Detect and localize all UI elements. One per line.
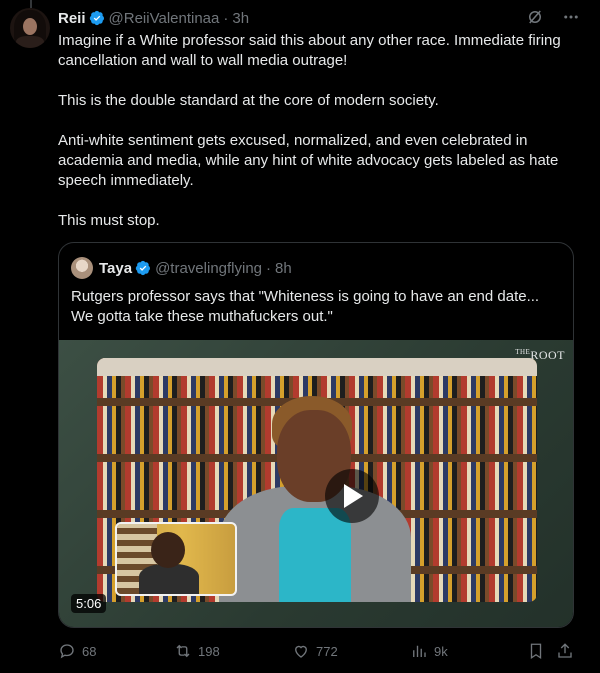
- tweet-paragraph: This must stop.: [58, 212, 160, 229]
- tweet-time[interactable]: 3h: [232, 10, 249, 27]
- share-icon: [558, 643, 572, 658]
- bookmark-icon: [530, 643, 542, 660]
- like-count: 772: [316, 643, 338, 659]
- picture-in-picture: [115, 522, 237, 596]
- verified-badge-icon: [89, 10, 104, 26]
- author-name[interactable]: Reii: [58, 10, 86, 27]
- quote-text: Rutgers professor says that "Whiteness i…: [71, 288, 540, 325]
- quote-author-handle[interactable]: @travelingflying: [155, 260, 262, 277]
- video-player[interactable]: THEROOT 5:06: [59, 340, 573, 627]
- reply-count: 68: [82, 643, 97, 659]
- video-frame: [97, 358, 537, 602]
- tweet-body: Imagine if a White professor said this a…: [58, 31, 584, 231]
- quote-author-name[interactable]: Taya: [99, 260, 132, 277]
- separator-dot: ·: [266, 259, 272, 277]
- repost-count: 198: [198, 643, 220, 659]
- reply-button[interactable]: 68: [58, 642, 96, 660]
- grok-icon[interactable]: [526, 8, 544, 26]
- repost-icon: [176, 644, 190, 658]
- views-count: 9k: [434, 643, 448, 659]
- tweet-paragraph: Imagine if a White professor said this a…: [58, 32, 561, 69]
- play-button[interactable]: [325, 469, 379, 523]
- quote-header: Taya @travelingflying · 8h: [71, 257, 292, 279]
- bookmark-button[interactable]: [527, 642, 545, 660]
- video-duration: 5:06: [71, 594, 107, 613]
- like-button[interactable]: 772: [292, 642, 338, 660]
- views-button[interactable]: 9k: [410, 642, 448, 660]
- tweet-paragraph: This is the double standard at the core …: [58, 92, 439, 109]
- thread-line: [30, 0, 32, 8]
- verified-badge-icon: [135, 260, 151, 276]
- tweet-header: Reii @ReiiValentinaa · 3h: [58, 8, 249, 28]
- separator-dot: ·: [223, 9, 229, 27]
- views-icon: [413, 645, 426, 657]
- more-icon[interactable]: [562, 8, 580, 26]
- tweet-paragraph: Anti-white sentiment gets excused, norma…: [58, 132, 559, 189]
- quote-author-avatar[interactable]: [71, 257, 93, 279]
- repost-button[interactable]: 198: [174, 642, 220, 660]
- quote-time[interactable]: 8h: [275, 260, 292, 277]
- tweet-actions: 68 198 772 9k: [58, 642, 584, 662]
- play-icon: [344, 484, 363, 508]
- author-handle[interactable]: @ReiiValentinaa: [109, 10, 220, 27]
- reply-icon: [60, 644, 74, 659]
- author-avatar[interactable]: [10, 8, 50, 48]
- heart-icon: [295, 645, 307, 658]
- quote-tweet-card[interactable]: Taya @travelingflying · 8h Rutgers profe…: [58, 242, 574, 628]
- share-button[interactable]: [556, 642, 574, 660]
